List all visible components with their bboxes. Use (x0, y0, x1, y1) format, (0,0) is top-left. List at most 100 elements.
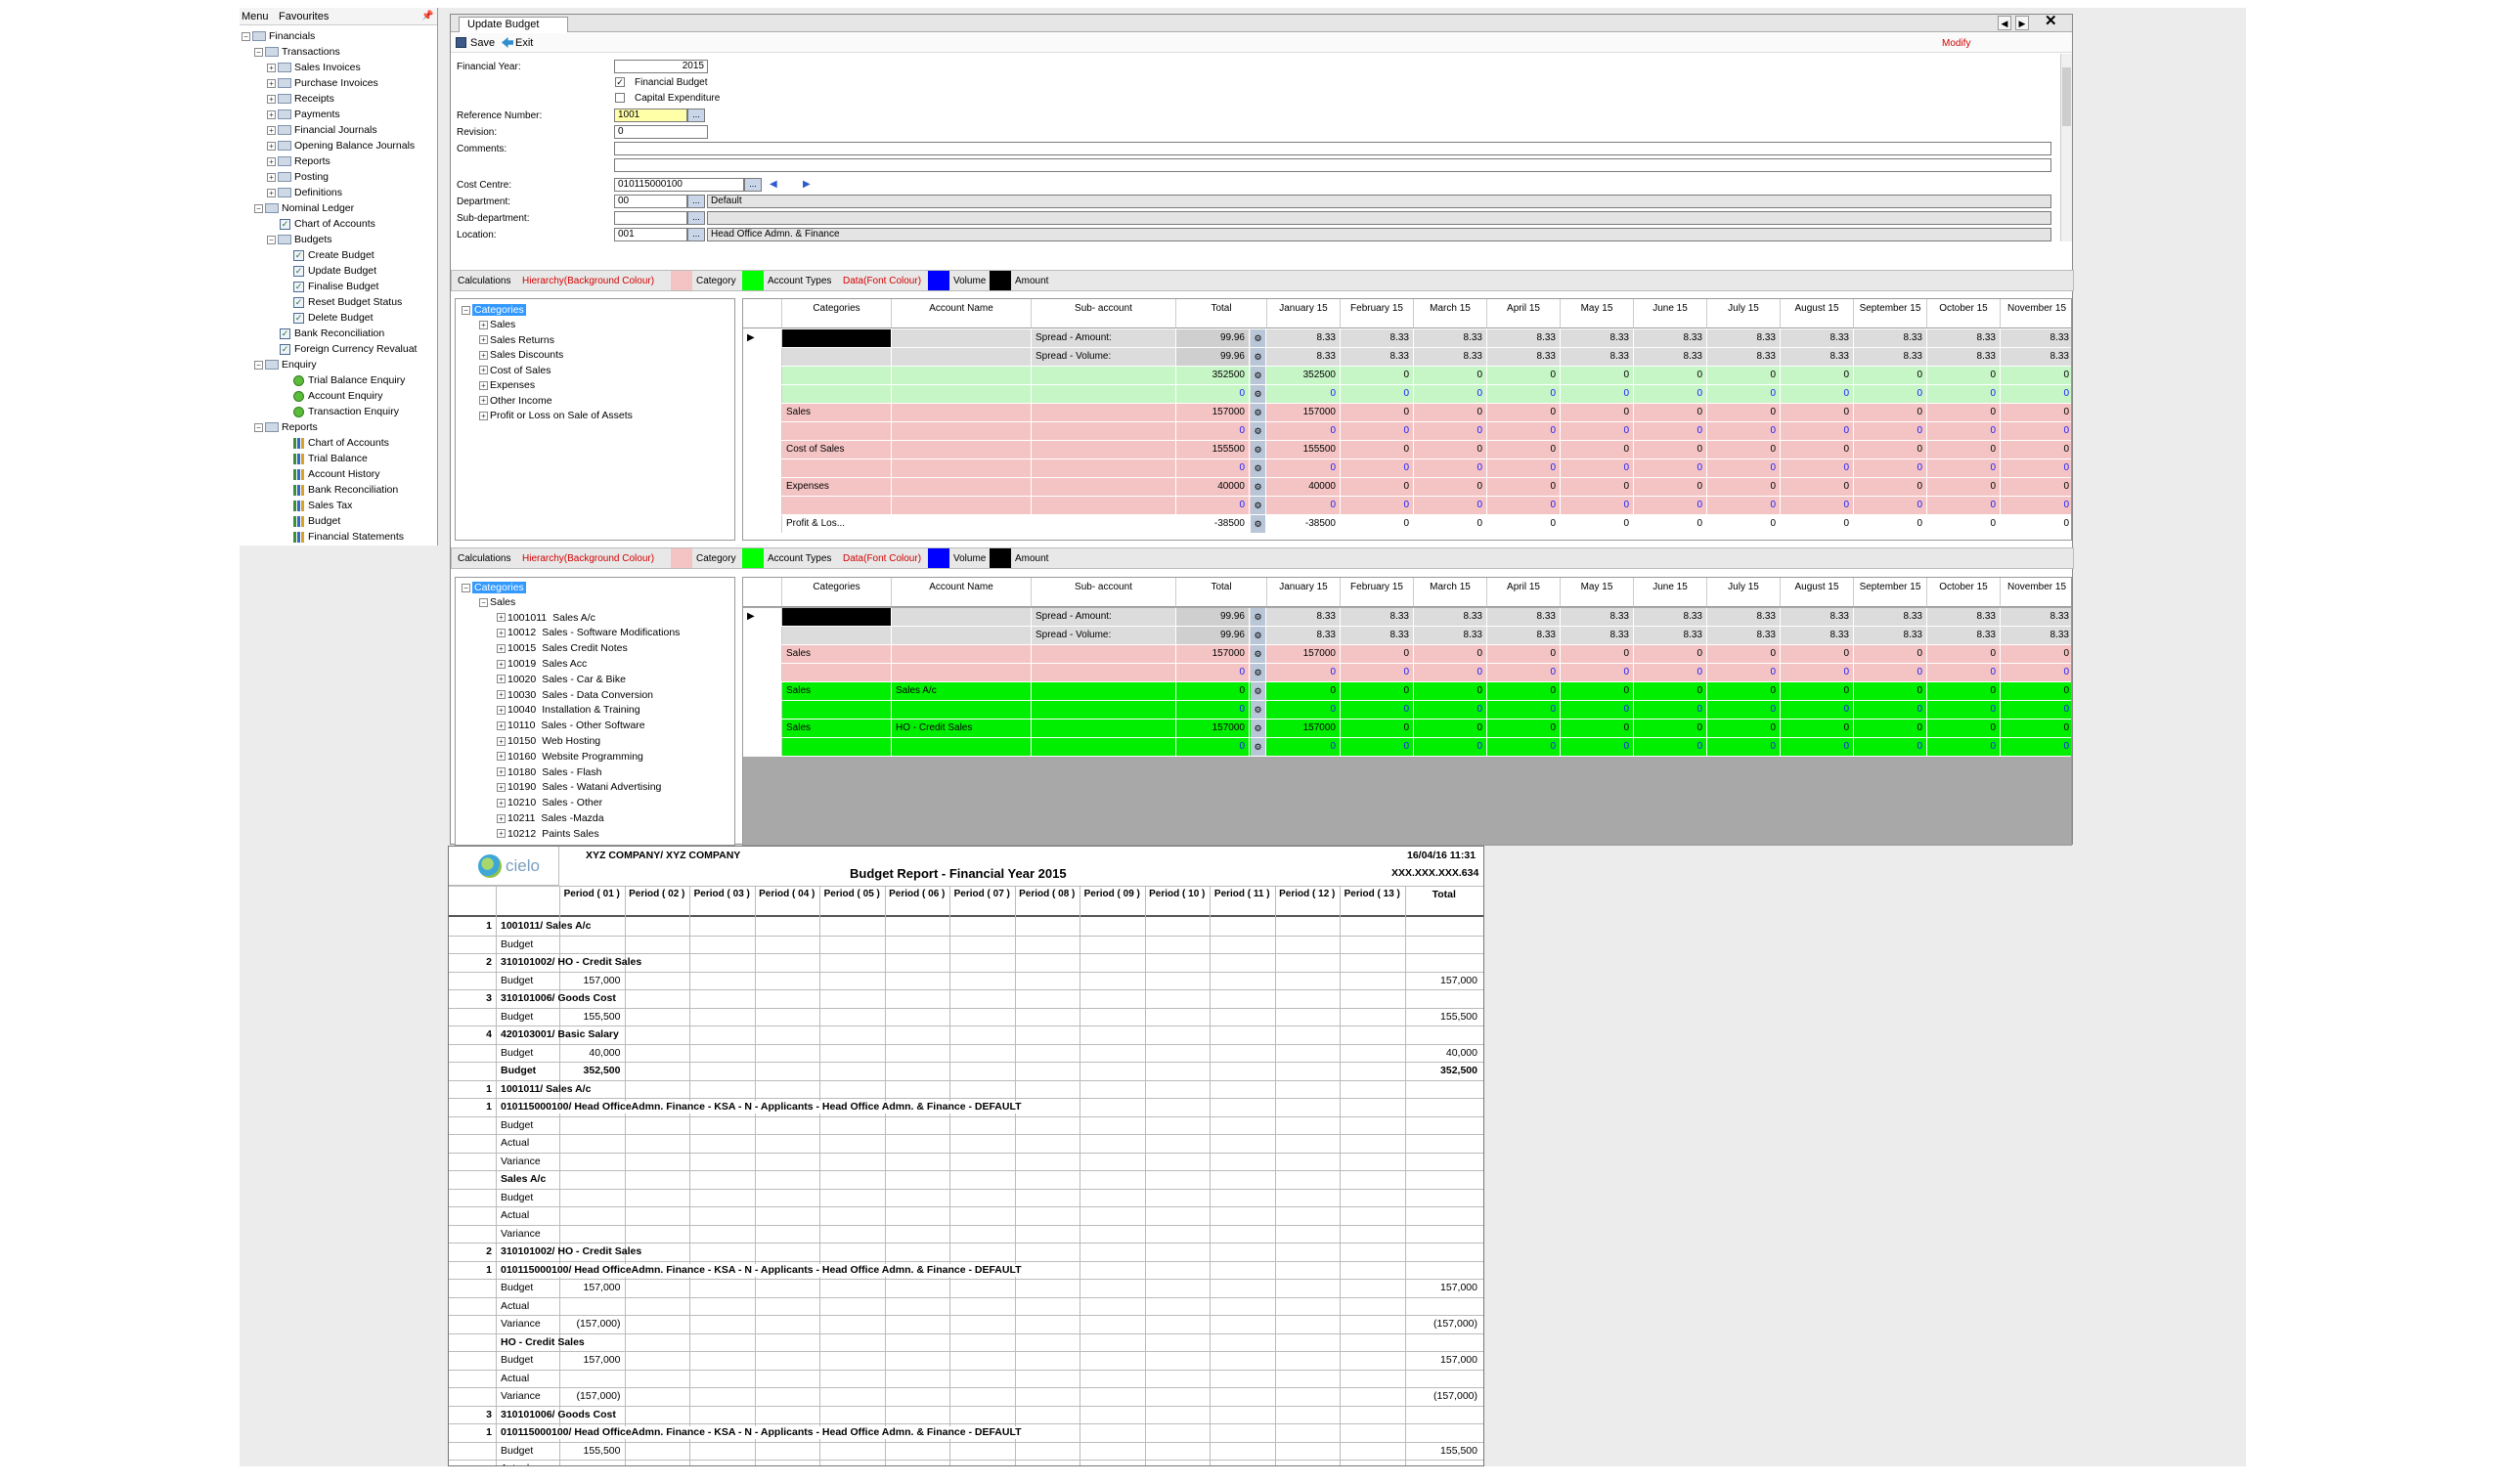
month-cell[interactable]: 0 (1561, 404, 1634, 421)
month-cell[interactable]: 0 (1414, 515, 1487, 533)
month-cell[interactable]: 8.33 (1414, 348, 1487, 366)
month-cell[interactable]: 0 (1634, 459, 1707, 477)
category-tree-item[interactable]: + Sales (479, 318, 515, 332)
month-cell[interactable]: 0 (1781, 682, 1854, 700)
grid-column-header[interactable]: May 15 (1561, 299, 1634, 328)
month-cell[interactable]: 0 (1487, 701, 1561, 719)
menu-item[interactable]: ✓ Update Budget (281, 264, 376, 279)
month-cell[interactable]: 0 (1707, 664, 1781, 681)
menu-item[interactable]: + Sales Invoices (267, 61, 361, 75)
month-cell[interactable]: 0 (1854, 515, 1927, 533)
month-cell[interactable]: 0 (1561, 720, 1634, 737)
month-cell[interactable]: 0 (1707, 701, 1781, 719)
total-cell[interactable]: 0 (1176, 459, 1250, 477)
month-cell[interactable]: 0 (2001, 422, 2071, 440)
month-cell[interactable]: 0 (1414, 459, 1487, 477)
department-lookup-button[interactable]: ... (687, 195, 705, 208)
expand-icon[interactable]: + (497, 813, 506, 823)
total-cell[interactable]: -38500 (1176, 515, 1250, 533)
account-tree-item[interactable]: +10160 Website Programming (497, 750, 643, 764)
expand-icon[interactable]: + (497, 659, 506, 669)
total-cell[interactable]: 0 (1176, 497, 1250, 514)
month-cell[interactable]: 0 (1854, 459, 1927, 477)
month-cell[interactable]: 0 (1487, 738, 1561, 756)
month-cell[interactable]: 8.33 (1487, 627, 1561, 644)
scroll-right-icon[interactable]: ▶ (2015, 16, 2029, 30)
reference-number-field[interactable]: 1001 (614, 109, 687, 122)
month-cell[interactable]: 0 (1927, 664, 2001, 681)
subaccount-cell[interactable] (1032, 404, 1176, 421)
row-selector[interactable]: ▶ (743, 329, 782, 347)
month-cell[interactable]: 0 (1561, 701, 1634, 719)
month-cell[interactable]: 8.33 (1267, 608, 1341, 626)
grid-row[interactable]: 0 ⚙ 0 0 0 0 0 0 0 0 0 0 0 (743, 664, 2071, 682)
expand-icon[interactable]: + (497, 798, 506, 807)
month-cell[interactable]: 0 (1561, 422, 1634, 440)
month-cell[interactable]: 8.33 (1781, 348, 1854, 366)
spread-calculator-icon[interactable]: ⚙ (1251, 422, 1266, 440)
grid-row[interactable]: Spread - Volume: 99.96 ⚙ 8.33 8.33 8.33 8.33 8.… (743, 348, 2071, 367)
grid-row[interactable]: Expenses 40000 ⚙ 40000 0 0 0 0 0 0 0 0 0 0 (743, 478, 2071, 497)
total-cell[interactable]: 99.96 (1176, 329, 1250, 347)
month-cell[interactable]: 0 (1781, 422, 1854, 440)
grid-row[interactable]: Sales HO - Credit Sales 157000 ⚙ 157000 0 0 0 0 0… (743, 720, 2071, 738)
month-cell[interactable]: 8.33 (1781, 329, 1854, 347)
account-name-cell[interactable] (892, 497, 1032, 514)
account-name-cell[interactable] (892, 664, 1032, 681)
menu-item[interactable]: − Budgets (267, 233, 332, 247)
month-cell[interactable]: 0 (1927, 459, 2001, 477)
account-name-cell[interactable] (892, 478, 1032, 496)
month-cell[interactable]: -38500 (1267, 515, 1341, 533)
month-cell[interactable]: 0 (1781, 441, 1854, 458)
month-cell[interactable]: 0 (1634, 441, 1707, 458)
month-cell[interactable]: 0 (1561, 367, 1634, 384)
month-cell[interactable]: 0 (1634, 478, 1707, 496)
row-selector[interactable] (743, 645, 782, 663)
month-cell[interactable]: 8.33 (1414, 329, 1487, 347)
month-cell[interactable]: 0 (1341, 404, 1414, 421)
grid-column-header[interactable]: Categories (782, 299, 892, 328)
grid-column-header[interactable]: July 15 (1707, 299, 1781, 328)
month-cell[interactable]: 8.33 (1414, 627, 1487, 644)
month-cell[interactable]: 0 (1414, 645, 1487, 663)
month-cell[interactable]: 0 (1927, 738, 2001, 756)
month-cell[interactable]: 0 (1487, 497, 1561, 514)
month-cell[interactable]: 0 (1414, 422, 1487, 440)
month-cell[interactable]: 8.33 (2001, 627, 2071, 644)
subaccount-cell[interactable] (1032, 645, 1176, 663)
month-cell[interactable]: 0 (1487, 459, 1561, 477)
grid-row[interactable]: ▶ Spread - Amount: 99.96 ⚙ 8.33 8.33 8.33 8.33 8… (743, 329, 2071, 348)
month-cell[interactable]: 0 (1634, 385, 1707, 403)
grid-row[interactable]: Sales 157000 ⚙ 157000 0 0 0 0 0 0 0 0 0 0 (743, 404, 2071, 422)
month-cell[interactable]: 0 (1267, 497, 1341, 514)
month-cell[interactable]: 352500 (1267, 367, 1341, 384)
grid-column-header[interactable]: October 15 (1927, 299, 2001, 328)
month-cell[interactable]: 0 (1854, 682, 1927, 700)
menu-item[interactable]: Chart of Accounts (281, 436, 389, 451)
month-cell[interactable]: 0 (1634, 422, 1707, 440)
total-cell[interactable]: 0 (1176, 664, 1250, 681)
grid-row[interactable]: 0 ⚙ 0 0 0 0 0 0 0 0 0 0 0 (743, 422, 2071, 441)
month-cell[interactable]: 0 (1854, 664, 1927, 681)
subdepartment-lookup-button[interactable]: ... (687, 211, 705, 225)
form-scrollbar[interactable] (2060, 54, 2072, 241)
menu-item[interactable]: + Purchase Invoices (267, 76, 378, 91)
subaccount-cell[interactable] (1032, 682, 1176, 700)
month-cell[interactable]: 8.33 (1561, 329, 1634, 347)
menu-item[interactable]: Bank Reconciliation (281, 483, 398, 498)
month-cell[interactable]: 0 (1561, 738, 1634, 756)
menu-item[interactable]: Financial Statements (281, 530, 404, 545)
month-cell[interactable]: 8.33 (2001, 329, 2071, 347)
row-selector[interactable] (743, 664, 782, 681)
spread-calculator-icon[interactable]: ⚙ (1251, 720, 1266, 737)
month-cell[interactable]: 8.33 (1781, 627, 1854, 644)
month-cell[interactable]: 0 (1341, 478, 1414, 496)
row-selector[interactable] (743, 720, 782, 737)
exit-icon[interactable] (502, 37, 513, 48)
menu-item[interactable]: ✓ Reset Budget Status (281, 295, 402, 310)
account-name-cell[interactable]: HO - Credit Sales (892, 720, 1032, 737)
row-selector[interactable] (743, 348, 782, 366)
grid-row[interactable]: 0 ⚙ 0 0 0 0 0 0 0 0 0 0 0 (743, 385, 2071, 404)
scrollbar-thumb[interactable] (2062, 67, 2071, 126)
month-cell[interactable]: 0 (1267, 701, 1341, 719)
